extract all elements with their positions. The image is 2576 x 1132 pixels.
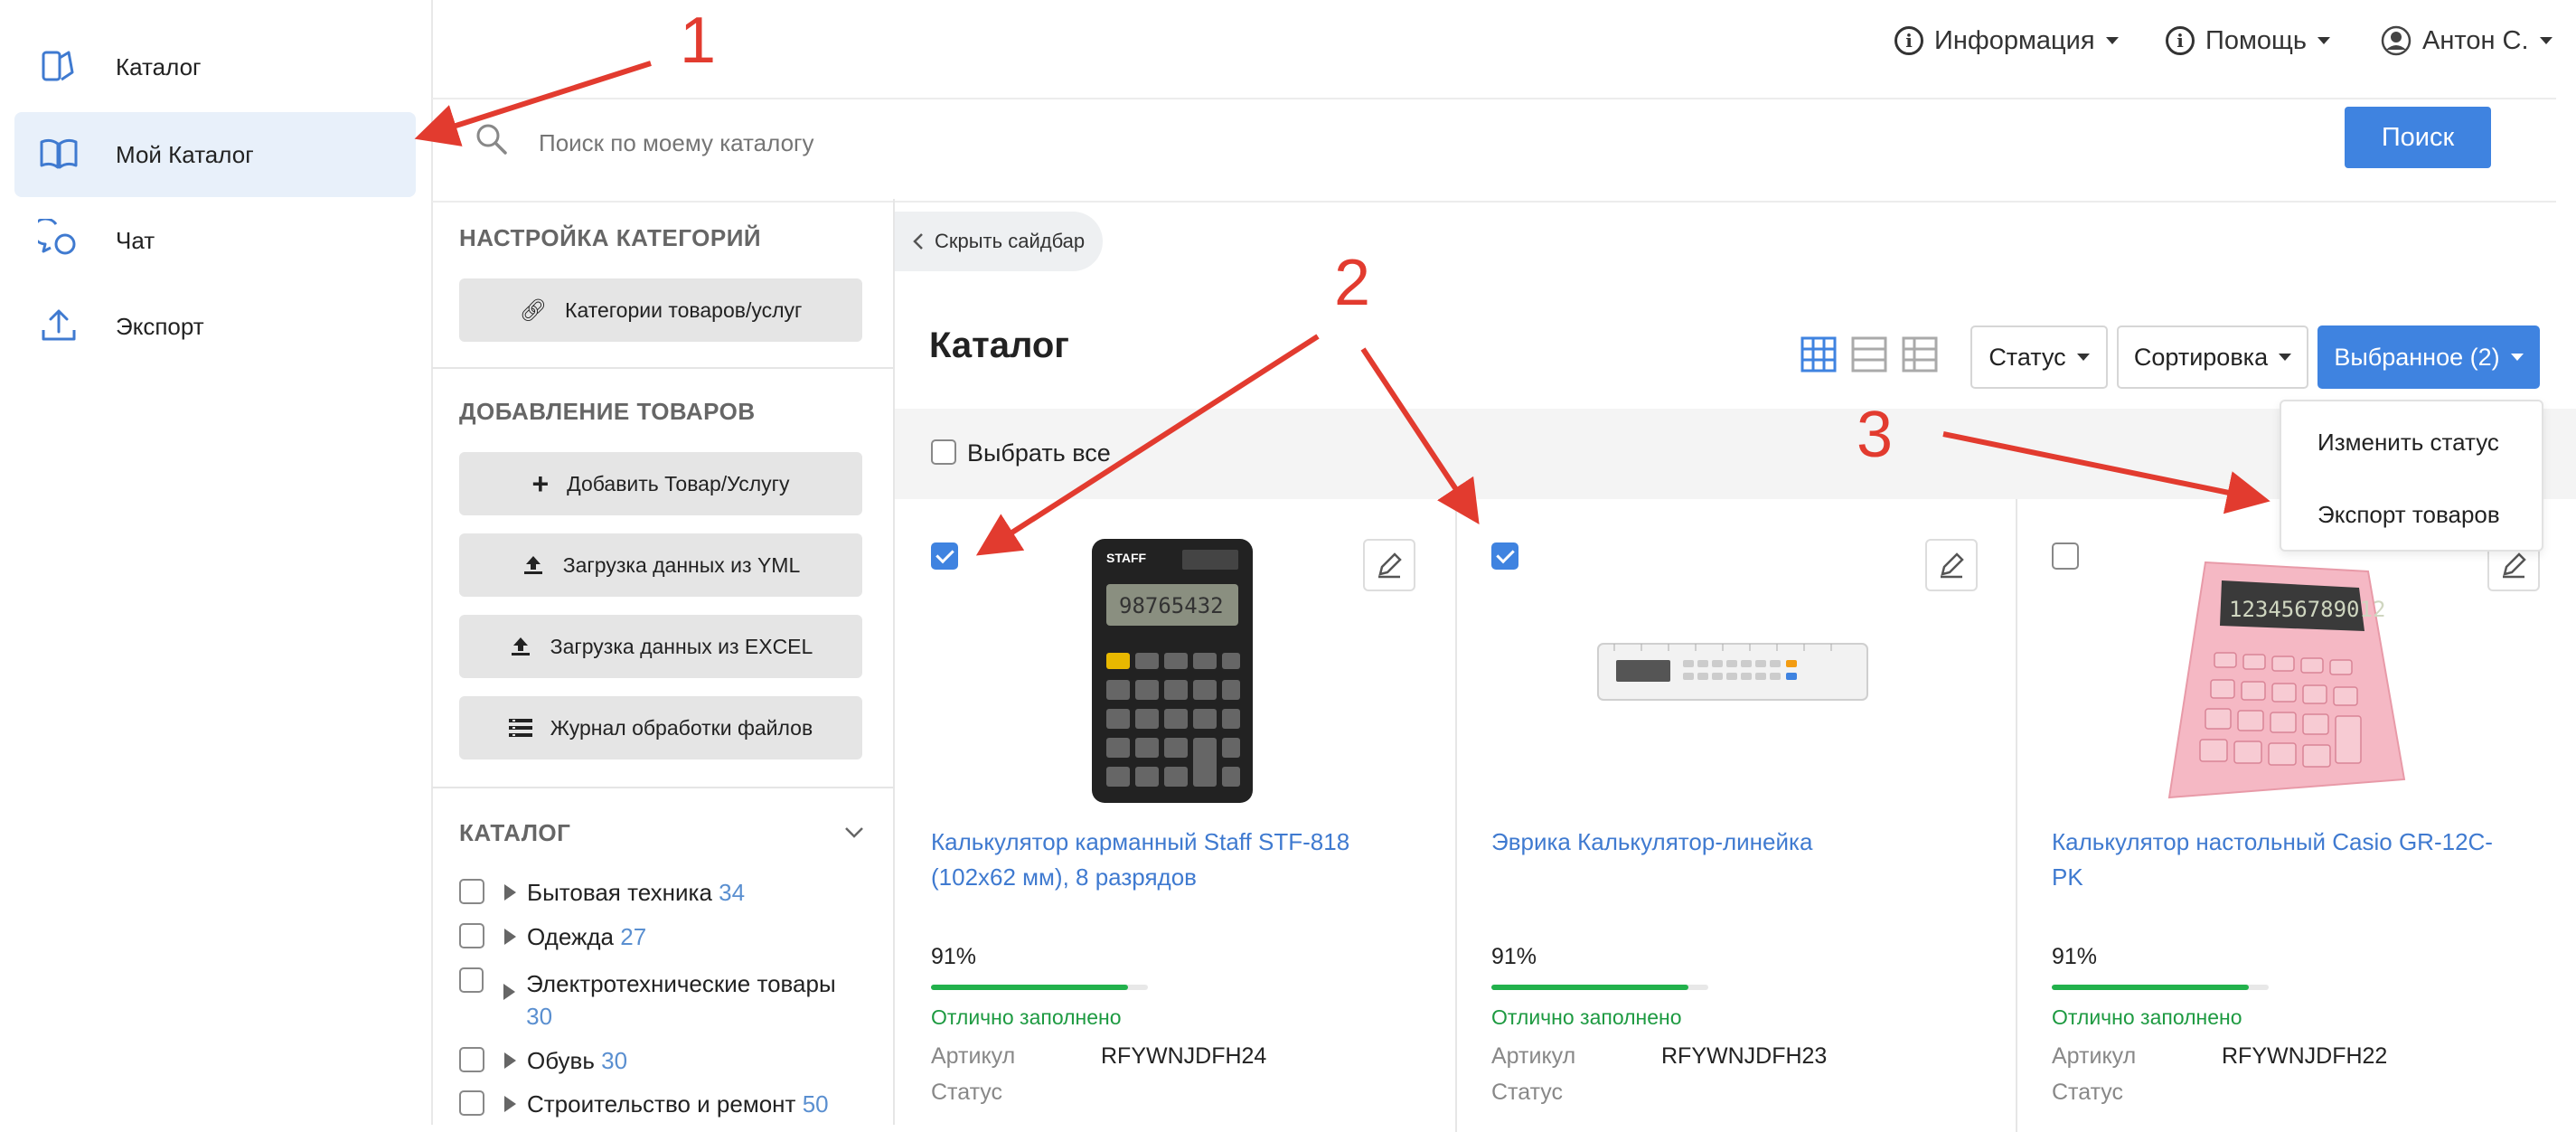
annotation-arrow <box>414 61 652 146</box>
annotation-arrow <box>975 334 1320 556</box>
annotation-arrow <box>1360 347 1480 525</box>
annotation-number: 2 <box>1334 247 1371 319</box>
annotation-arrow <box>1942 431 2270 514</box>
annotation-overlay <box>414 61 2270 556</box>
annotation-number: 3 <box>1857 399 1894 471</box>
annotation-number: 1 <box>680 5 717 77</box>
